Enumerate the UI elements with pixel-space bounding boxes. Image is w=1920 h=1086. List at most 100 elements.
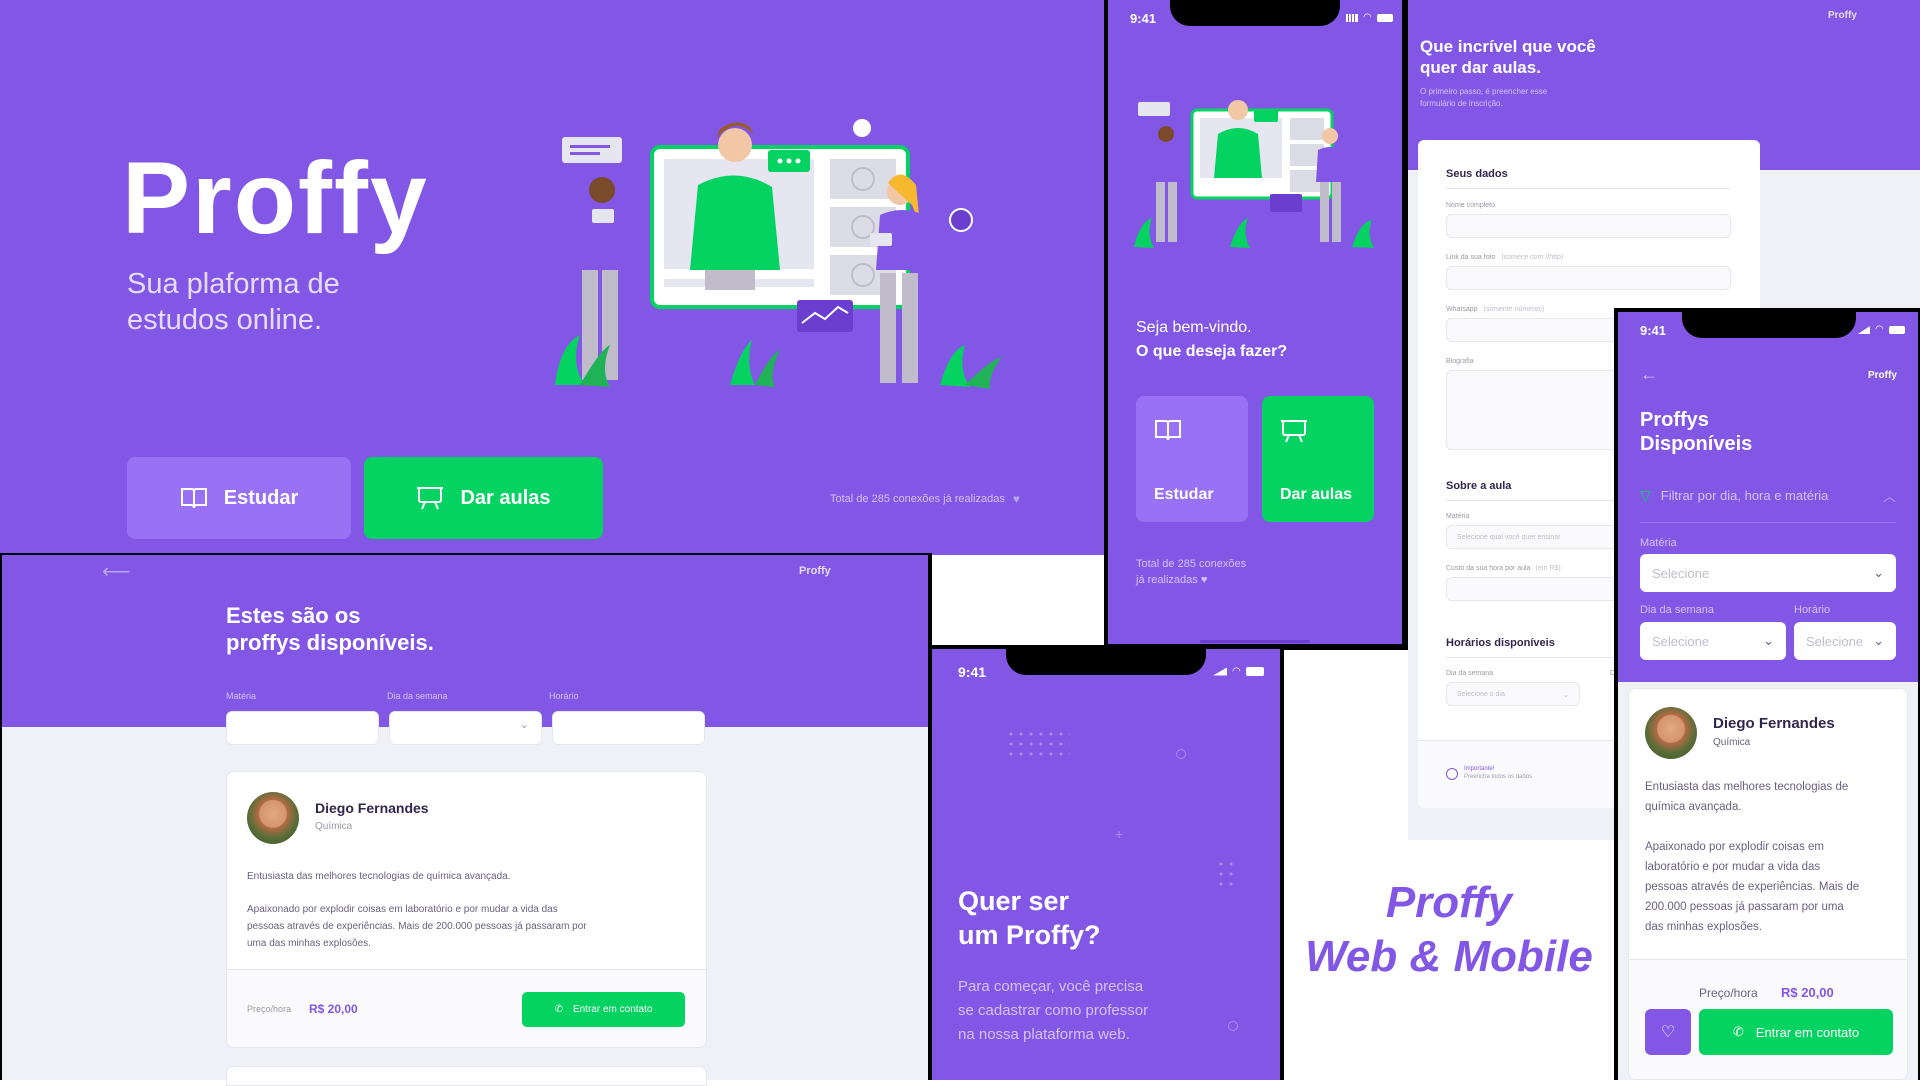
chevron-up-icon: ︿ bbox=[1882, 488, 1896, 504]
subject-select[interactable]: Selecione ⌄ bbox=[1640, 554, 1896, 592]
signal-icon bbox=[1213, 667, 1227, 676]
label-bio: Biografia bbox=[1446, 358, 1474, 365]
time-select[interactable]: Selecione ⌄ bbox=[1794, 622, 1896, 660]
filter-time-input[interactable] bbox=[552, 711, 705, 745]
status-icons: ◠ bbox=[1213, 665, 1264, 677]
signal-icon bbox=[1346, 14, 1358, 22]
signal-icon bbox=[1858, 326, 1870, 334]
decor-plus: + bbox=[1115, 826, 1124, 842]
teach-label: Dar aulas bbox=[460, 486, 551, 509]
weekday-select[interactable]: Selecione ⌄ bbox=[1640, 622, 1786, 660]
landing-screen: Proffy Sua plaforma de estudos online. E… bbox=[0, 0, 1108, 555]
list-logo: Proffy bbox=[799, 565, 831, 577]
label-subject: Matéria bbox=[1446, 513, 1470, 520]
mobile-home-screen: 9:41 ◠ Seja bem-vindo. O que deseja faze… bbox=[1104, 0, 1408, 650]
status-time: 9:41 bbox=[1640, 323, 1667, 338]
back-arrow-icon[interactable]: ← bbox=[1640, 364, 1658, 385]
label-filter-subject: Matéria bbox=[226, 691, 257, 701]
home-indicator bbox=[1200, 640, 1310, 643]
warning-icon bbox=[1446, 768, 1458, 780]
warning-text: Importante! Preencha todos os dados bbox=[1464, 766, 1533, 780]
avatar bbox=[1645, 707, 1697, 759]
avatar-input[interactable] bbox=[1446, 266, 1731, 290]
book-icon bbox=[1154, 418, 1182, 442]
label-filter-weekday: Dia da semana bbox=[387, 691, 448, 701]
list-title: Estes são os proffys disponíveis. bbox=[226, 603, 434, 655]
label-cost: Custo da sua hora por aula (em R$) bbox=[1446, 565, 1561, 572]
mobile-home-illustration bbox=[1134, 100, 1374, 248]
contact-button[interactable]: ✆ Entrar em contato bbox=[522, 992, 685, 1027]
contact-label: Entrar em contato bbox=[1755, 1024, 1860, 1040]
teacher-subject: Química bbox=[315, 821, 353, 832]
heart-icon: ♡ bbox=[1660, 1024, 1676, 1041]
form-logo: Proffy bbox=[1828, 10, 1857, 21]
connections-count: Total de 285 conexões já realizadas ♥ bbox=[830, 492, 1021, 506]
mobile-list-screen: 9:41 ◠ ← Proffy Proffys Disponíveis ▽ Fi… bbox=[1614, 308, 1920, 1080]
form-title: Que incrível que você quer dar aulas. bbox=[1420, 37, 1596, 77]
teacher-card: Diego Fernandes Química Entusiasta das m… bbox=[226, 771, 707, 1048]
status-icons: ◠ bbox=[1346, 12, 1393, 23]
mobile-give-title: Quer ser um Proffy? bbox=[958, 886, 1101, 950]
landing-logo: Proffy bbox=[122, 141, 429, 255]
teacher-name: Diego Fernandes bbox=[315, 800, 429, 816]
price-value: R$ 20,00 bbox=[309, 1002, 358, 1016]
section-divider bbox=[1446, 188, 1731, 189]
phone-notch bbox=[1682, 312, 1856, 338]
favorite-button[interactable]: ♡ bbox=[1645, 1009, 1691, 1055]
chevron-down-icon: ⌄ bbox=[519, 719, 529, 731]
teacher-subject: Química bbox=[1713, 737, 1751, 748]
whatsapp-icon: ✆ bbox=[1732, 1024, 1744, 1039]
decor-dots bbox=[1006, 729, 1070, 759]
whatsapp-icon: ✆ bbox=[554, 1004, 563, 1015]
wifi-icon: ◠ bbox=[1875, 324, 1884, 335]
label-filter-time: Horário bbox=[549, 691, 579, 701]
status-time: 9:41 bbox=[1130, 11, 1157, 26]
heart-icon: ♥ bbox=[1012, 492, 1021, 506]
label-subject: Matéria bbox=[1640, 537, 1677, 549]
section-class: Sobre a aula bbox=[1446, 480, 1512, 492]
label-whatsapp: Whatsapp (somente números) bbox=[1446, 306, 1545, 313]
filter-divider bbox=[1640, 522, 1896, 523]
study-label: Estudar bbox=[223, 486, 299, 509]
mobile-list-body: 9:41 ◠ ← Proffy Proffys Disponíveis ▽ Fi… bbox=[1618, 312, 1918, 1080]
label-name: Nome completo bbox=[1446, 202, 1496, 209]
filter-icon: ▽ bbox=[1640, 486, 1651, 503]
study-button[interactable]: Estudar bbox=[127, 457, 351, 539]
filter-toggle[interactable]: ▽ Filtrar por dia, hora e matéria ︿ bbox=[1640, 484, 1896, 506]
mobile-list-logo: Proffy bbox=[1868, 370, 1897, 381]
landing-tagline: Sua plaforma de estudos online. bbox=[127, 268, 340, 336]
price-value: R$ 20,00 bbox=[1781, 985, 1834, 1000]
presentation-icon bbox=[416, 485, 444, 511]
phone-notch bbox=[1170, 0, 1340, 26]
weekday-select[interactable]: Selecione o dia ⌄ bbox=[1446, 682, 1580, 706]
mobile-connections: Total de 285 conexões já realizadas ♥ bbox=[1136, 558, 1247, 586]
wifi-icon: ◠ bbox=[1363, 12, 1372, 23]
name-input[interactable] bbox=[1446, 214, 1731, 238]
mobile-teach-button[interactable]: Dar aulas bbox=[1262, 396, 1374, 522]
landing-illustration bbox=[555, 119, 1002, 389]
contact-button[interactable]: ✆ Entrar em contato bbox=[1699, 1009, 1893, 1055]
price-label: Preço/hora bbox=[247, 1004, 292, 1014]
presentation-icon bbox=[1280, 418, 1308, 444]
form-subtitle: O primeiro passo, é preencher esse formu… bbox=[1420, 87, 1548, 108]
teach-button[interactable]: Dar aulas bbox=[364, 457, 603, 539]
label-weekday: Dia da semana bbox=[1446, 670, 1494, 677]
phone-notch bbox=[1006, 649, 1206, 675]
battery-icon bbox=[1245, 667, 1264, 676]
teacher-bio: Entusiasta das melhores tecnologias de q… bbox=[247, 871, 587, 949]
filter-subject-select[interactable] bbox=[226, 711, 379, 745]
status-icons: ◠ bbox=[1858, 324, 1905, 335]
teacher-name: Diego Fernandes bbox=[1713, 715, 1835, 732]
label-avatar: Link da sua foto (comece com //http) bbox=[1446, 254, 1564, 261]
label-time: Horário bbox=[1794, 604, 1831, 616]
list-screen: ⟵ Proffy Estes são os proffys disponívei… bbox=[0, 553, 932, 1086]
chevron-down-icon: ⌄ bbox=[1563, 692, 1569, 699]
wifi-icon: ◠ bbox=[1232, 665, 1241, 677]
filter-weekday-select[interactable]: ⌄ bbox=[389, 711, 542, 745]
mobile-study-button[interactable]: Estudar bbox=[1136, 396, 1248, 522]
price-label: Preço/hora bbox=[1699, 986, 1758, 1000]
contact-label: Entrar em contato bbox=[572, 1004, 653, 1015]
back-arrow-icon[interactable]: ⟵ bbox=[102, 559, 131, 584]
book-icon bbox=[180, 486, 208, 510]
label-weekday: Dia da semana bbox=[1640, 604, 1714, 616]
